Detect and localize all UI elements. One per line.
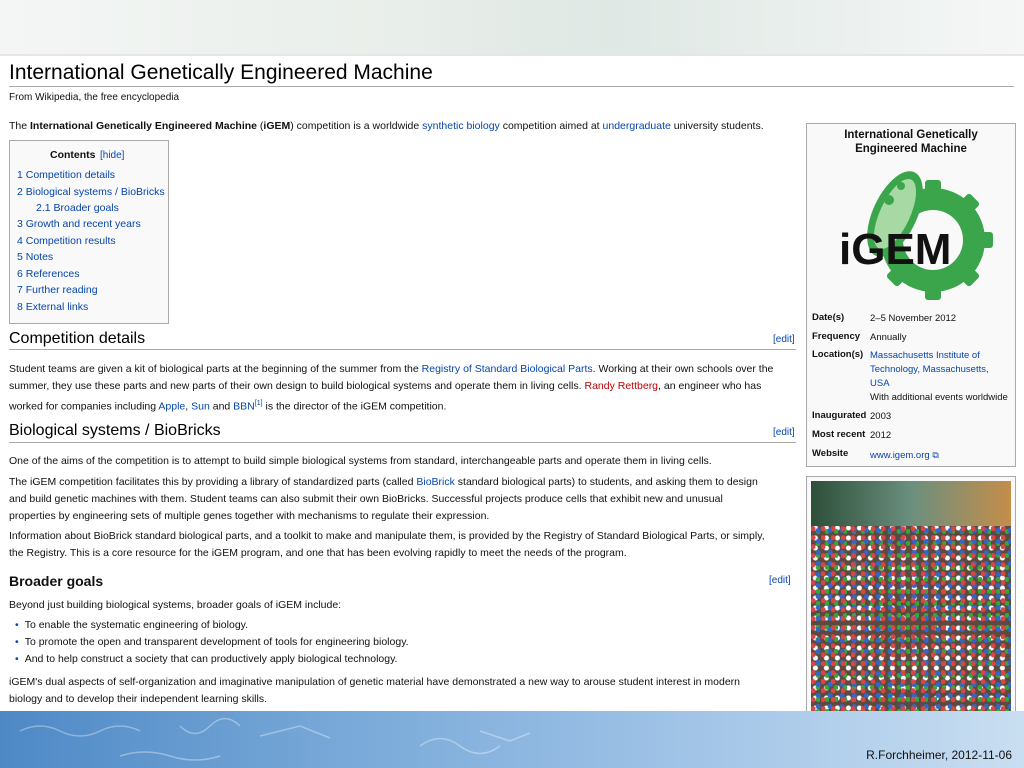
broader-goals-closing: iGEM's dual aspects of self-organization… — [9, 674, 794, 708]
infobox-value-website: www.igem.org ⧉ — [870, 448, 1012, 463]
title-divider — [9, 86, 1014, 87]
link-synthetic-biology[interactable]: synthetic biology — [422, 120, 500, 132]
paragraph-line: biology and to develop their independent… — [9, 693, 268, 705]
infobox-title-line: Engineered Machine — [855, 143, 967, 155]
intro-paragraph: The International Genetically Engineered… — [9, 118, 794, 135]
page-title: International Genetically Engineered Mac… — [9, 61, 433, 84]
infobox-value: 2–5 November 2012 — [870, 313, 957, 324]
link-usa[interactable]: USA — [870, 378, 890, 389]
paragraph-line: properties by engineering sets of multip… — [9, 510, 490, 522]
toc-item[interactable]: 7 Further reading — [17, 284, 98, 296]
paragraph-line: summer, they use these parts and new par… — [9, 378, 794, 395]
infobox-label: Most recent — [812, 429, 866, 440]
infobox-title-line: International Genetically — [844, 129, 978, 141]
biobricks-paragraph-1: One of the aims of the competition is to… — [9, 455, 712, 467]
list-item: To enable the systematic engineering of … — [15, 619, 248, 631]
paragraph-line: worked for companies including Apple, Su… — [9, 395, 794, 416]
link-apple[interactable]: Apple — [158, 401, 185, 413]
citation-link[interactable]: [1] — [255, 400, 263, 407]
toc-item[interactable]: 2 Biological systems / BioBricks — [17, 186, 165, 198]
text: worked for companies including — [9, 400, 159, 413]
infobox-value: 2012 — [870, 430, 892, 441]
paragraph-line: Information about BioBrick standard biol… — [9, 530, 765, 542]
link-undergraduate[interactable]: undergraduate — [603, 120, 671, 132]
external-link-icon: ⧉ — [932, 450, 939, 460]
toc-item[interactable]: 1 Competition details — [17, 169, 115, 181]
infobox-value: Annually — [870, 332, 907, 343]
biobricks-paragraph-3: Information about BioBrick standard biol… — [9, 528, 794, 562]
link-bbn[interactable]: BBN — [233, 401, 255, 413]
text: The iGEM competition facilitates this by… — [9, 476, 417, 488]
competition-details-paragraph: Student teams are given a kit of biologi… — [9, 361, 794, 416]
infobox-note: With additional events worldwide — [870, 392, 1008, 403]
edit-link[interactable]: [edit] — [773, 427, 795, 438]
toc-item[interactable]: 3 Growth and recent years — [17, 218, 141, 230]
text: standard biological parts) to students, … — [454, 476, 758, 488]
toc-item[interactable]: 6 References — [17, 268, 79, 280]
paragraph-line: the Registry. This is a core resource fo… — [9, 547, 627, 559]
toc-item[interactable]: 5 Notes — [17, 251, 53, 263]
broader-goals-intro: Beyond just building biological systems,… — [9, 599, 342, 611]
link-biobrick[interactable]: BioBrick — [416, 476, 455, 488]
intro-text: competition aimed at — [499, 120, 603, 132]
igem-logo: iGEM — [839, 171, 993, 300]
table-of-contents: Contents [hide] 1 Competition details 2 … — [9, 140, 169, 324]
infobox-title: International Genetically Engineered Mac… — [807, 128, 1015, 156]
link-mit[interactable]: Massachusetts Institute of — [870, 350, 980, 361]
intro-bold-name: International Genetically Engineered Mac… — [30, 120, 257, 132]
toc-item[interactable]: 4 Competition results — [17, 235, 116, 247]
intro-text: ) competition is a worldwide — [290, 120, 423, 132]
slide-top-banner — [0, 0, 1024, 56]
section-divider — [9, 442, 796, 443]
wikipedia-article: International Genetically Engineered Mac… — [0, 56, 1024, 713]
infobox-value: 2003 — [870, 411, 892, 422]
toc-item[interactable]: 2.1 Broader goals — [36, 202, 119, 214]
section-heading-competition-details: Competition details — [9, 330, 146, 347]
biobricks-paragraph-2: The iGEM competition facilitates this by… — [9, 474, 794, 525]
section-heading-biobricks: Biological systems / BioBricks — [9, 422, 221, 439]
text: . Working at their own schools over the — [592, 363, 774, 375]
paragraph-line: Student teams are given a kit of biologi… — [9, 361, 794, 378]
link-registry[interactable]: Registry of Standard Biological Parts — [422, 363, 593, 375]
edit-link[interactable]: [edit] — [773, 334, 795, 345]
text: is the director of the iGEM competition. — [262, 400, 447, 413]
intro-text: university students. — [670, 120, 764, 132]
slide-credit: R.Forchheimer, 2012-11-06 — [866, 748, 1012, 762]
list-item: And to help construct a society that can… — [15, 653, 398, 665]
link-massachusetts[interactable]: Technology, Massachusetts, — [870, 364, 989, 375]
intro-text: The — [9, 120, 31, 132]
section-divider — [9, 349, 796, 350]
photo-backdrop — [811, 481, 1011, 526]
infobox-label: Location(s) — [812, 349, 864, 360]
group-photo-frame[interactable] — [806, 476, 1016, 713]
paragraph-line: The iGEM competition facilitates this by… — [9, 474, 794, 491]
infobox-label: Frequency — [812, 331, 861, 342]
link-sun[interactable]: Sun — [191, 401, 210, 413]
text: Student teams are given a kit of biologi… — [9, 363, 422, 375]
page-tagline: From Wikipedia, the free encyclopedia — [9, 92, 180, 103]
intro-bold-abbrev: iGEM — [263, 120, 291, 132]
infobox-label: Website — [812, 448, 849, 459]
toc-item[interactable]: 8 External links — [17, 301, 88, 313]
paragraph-line: and build genetic machines with them. St… — [9, 493, 723, 505]
infobox-value-location: Massachusetts Institute of Technology, M… — [870, 349, 1012, 405]
toc-heading: Contents — [50, 149, 96, 161]
list-item: To promote the open and transparent deve… — [15, 636, 409, 648]
infobox: International Genetically Engineered Mac… — [806, 123, 1016, 467]
link-randy-rettberg[interactable]: Randy Rettberg — [584, 380, 658, 392]
slide-footer-band: R.Forchheimer, 2012-11-06 — [0, 711, 1024, 768]
infobox-label: Date(s) — [812, 312, 845, 323]
edit-link[interactable]: [edit] — [769, 575, 791, 586]
text: and — [209, 400, 234, 413]
infobox-label: Inaugurated — [812, 410, 867, 421]
link-website[interactable]: www.igem.org — [870, 450, 930, 461]
text: , an engineer who has — [658, 380, 762, 392]
section-heading-broader-goals: Broader goals — [9, 573, 104, 589]
logo-wordmark: iGEM — [839, 225, 951, 274]
text: summer, they use these parts and new par… — [9, 380, 585, 392]
paragraph-line: iGEM's dual aspects of self-organization… — [9, 676, 740, 688]
toc-hide-link[interactable]: [hide] — [100, 150, 124, 161]
